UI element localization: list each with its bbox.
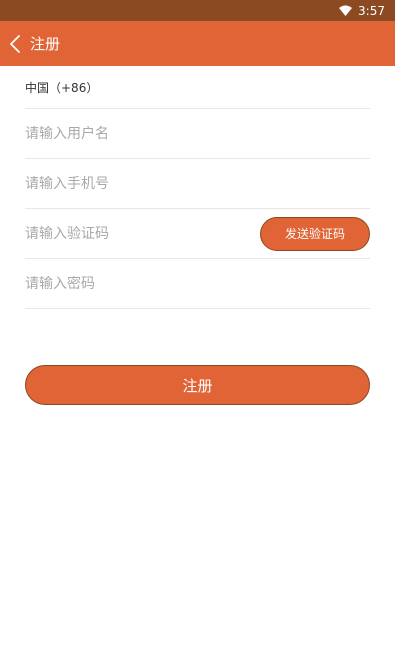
- page-title: 注册: [30, 35, 61, 53]
- password-row: [25, 259, 370, 309]
- chevron-left-icon[interactable]: [10, 34, 26, 54]
- phone-row: [25, 159, 370, 209]
- username-input[interactable]: [25, 125, 370, 142]
- verification-code-input[interactable]: [25, 225, 260, 242]
- status-bar: 3:57: [0, 0, 395, 21]
- phone-input[interactable]: [25, 175, 370, 192]
- username-row: [25, 109, 370, 159]
- verification-code-row: 发送验证码: [25, 209, 370, 259]
- register-form: 中国（+86） 发送验证码: [0, 66, 395, 309]
- wifi-icon: [339, 5, 353, 16]
- register-button[interactable]: 注册: [25, 365, 370, 405]
- password-input[interactable]: [25, 275, 370, 292]
- country-code-label: 中国（+86）: [25, 80, 99, 95]
- app-bar: 注册: [0, 21, 395, 66]
- status-time: 3:57: [358, 3, 385, 18]
- country-selector[interactable]: 中国（+86）: [25, 66, 370, 109]
- send-code-button[interactable]: 发送验证码: [260, 216, 370, 251]
